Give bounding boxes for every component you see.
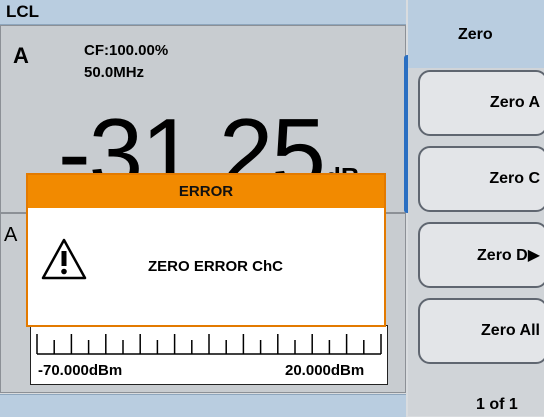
meter-min-label: -70.000dBm: [38, 362, 123, 379]
lower-channel-label: A: [4, 224, 18, 246]
status-bar: [0, 0, 406, 25]
zero-d-button[interactable]: Zero D▶: [418, 222, 544, 288]
menu-title: Zero: [458, 26, 493, 43]
frequency: 50.0MHz: [84, 64, 145, 81]
bottom-status-bar: [0, 394, 406, 417]
warning-icon: [41, 238, 87, 280]
softkey-label: Zero C: [489, 170, 540, 187]
softkey-label: Zero A: [489, 94, 540, 111]
channel-label: A: [13, 43, 29, 68]
softkey-label: Zero All: [481, 322, 540, 339]
zero-all-button[interactable]: Zero All: [418, 298, 544, 364]
zero-c-button[interactable]: Zero C: [418, 146, 544, 212]
error-title: ERROR: [178, 183, 234, 200]
softkey-label: Zero D▶: [477, 247, 540, 264]
page-indicator: 1 of 1: [476, 396, 518, 413]
cal-factor: CF:100.00%: [84, 42, 169, 59]
zero-a-button[interactable]: Zero A: [418, 70, 544, 136]
local-mode-indicator: LCL: [6, 2, 40, 21]
error-message: ZERO ERROR ChC: [148, 258, 283, 275]
meter-max-label: 20.000dBm: [285, 362, 365, 379]
